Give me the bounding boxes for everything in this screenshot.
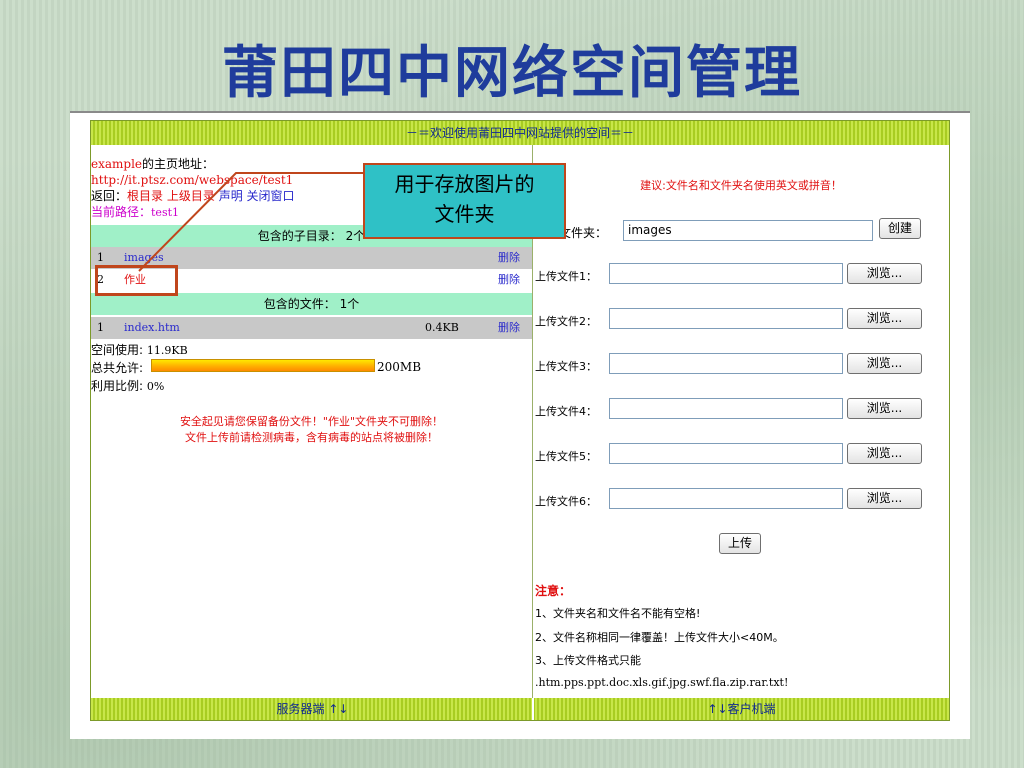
parent-dir-link[interactable]: 上级目录: [167, 189, 215, 203]
upload-file-5-input[interactable]: [609, 443, 843, 464]
upload-label-2: 上传文件2：: [535, 315, 597, 328]
homepage-label: 的主页地址：: [142, 157, 215, 171]
current-path-label: 当前路径：: [91, 205, 152, 219]
backup-warning: 安全起见请您保留备份文件！"作业"文件夹不可删除！: [179, 415, 444, 428]
upload-file-2-input[interactable]: [609, 308, 843, 329]
browse-button-5[interactable]: 浏览...: [847, 443, 922, 464]
space-used-value: 11.9KB: [146, 344, 188, 357]
total-allowed-label: 总共允许:: [91, 361, 144, 375]
back-label: 返回：: [91, 189, 128, 203]
space-used-line: 空间使用: 11.9KB: [91, 341, 188, 358]
space-used-label: 空间使用:: [91, 343, 144, 357]
root-dir-link[interactable]: 根目录: [127, 189, 163, 203]
total-allowed-value: 200MB: [377, 360, 422, 374]
footer-bar: 服务器端 ↑↓ ↑↓客户机端: [91, 698, 949, 720]
upload-file-6-input[interactable]: [609, 488, 843, 509]
note-4-file-types: .htm.pps.ppt.doc.xls.gif.jpg.swf.fla.zip…: [535, 676, 789, 689]
upload-label-5: 上传文件5：: [535, 450, 597, 463]
row-number: 1: [97, 321, 104, 334]
note-1: 1、文件夹名和文件名不能有空格!: [535, 607, 701, 620]
callout-line-2: 文件夹: [434, 202, 495, 226]
current-path-value: test1: [151, 206, 180, 219]
homepage-user: example: [91, 157, 143, 171]
upload-button[interactable]: 上传: [719, 533, 761, 554]
new-folder-input[interactable]: images: [623, 220, 873, 241]
quota-usage-bar: [151, 359, 375, 372]
webspace-manager-frame: －＝欢迎使用莆田四中网站提供的空间＝－ example的主页地址： http:/…: [90, 120, 950, 721]
statement-link[interactable]: 声明: [219, 189, 243, 203]
current-path-line: 当前路径：test1: [91, 203, 179, 220]
upload-file-1-input[interactable]: [609, 263, 843, 284]
table-row: 1 index.htm 0.4KB 删除: [91, 317, 532, 339]
note-2: 2、文件名称相同一律覆盖！上传文件大小<40M。: [535, 631, 784, 644]
upload-file-3-input[interactable]: [609, 353, 843, 374]
browse-button-1[interactable]: 浏览...: [847, 263, 922, 284]
browse-button-4[interactable]: 浏览...: [847, 398, 922, 419]
naming-suggestion: 建议:文件名和文件夹名使用英文或拼音！: [640, 179, 842, 192]
virus-warning: 文件上传前请检测病毒，含有病毒的站点将被删除！: [185, 431, 438, 444]
callout-line-1: 用于存放图片的: [394, 172, 535, 196]
upload-label-1: 上传文件1：: [535, 270, 597, 283]
delete-homework-link[interactable]: 删除: [498, 269, 520, 291]
notes-title: 注意：: [535, 584, 572, 598]
client-side-panel: 建议:文件名和文件夹名使用英文或拼音！ 新建文件夹： images 创建 上传文…: [533, 145, 949, 700]
file-index-link[interactable]: index.htm: [124, 317, 180, 339]
nav-links-line: 返回：根目录 上级目录 声明 关闭窗口: [91, 187, 295, 204]
client-side-label: ↑↓客户机端: [707, 702, 776, 716]
slide-title: 莆田四中网络空间管理: [222, 40, 802, 106]
usage-ratio-line: 利用比例: 0%: [91, 377, 164, 394]
browse-button-2[interactable]: 浏览...: [847, 308, 922, 329]
homepage-url-link[interactable]: http://it.ptsz.com/webspace/test1: [91, 173, 293, 187]
welcome-header-bar: －＝欢迎使用莆田四中网站提供的空间＝－: [91, 121, 949, 145]
upload-label-3: 上传文件3：: [535, 360, 597, 373]
browse-button-3[interactable]: 浏览...: [847, 353, 922, 374]
images-folder-highlight: [95, 265, 178, 296]
delete-images-link[interactable]: 删除: [498, 247, 520, 269]
total-allowed-line: 总共允许:: [91, 359, 143, 376]
upload-file-4-input[interactable]: [609, 398, 843, 419]
close-window-link[interactable]: 关闭窗口: [247, 189, 295, 203]
usage-ratio-label: 利用比例:: [91, 379, 144, 393]
browse-button-6[interactable]: 浏览...: [847, 488, 922, 509]
server-side-label: 服务器端 ↑↓: [276, 702, 349, 716]
create-folder-button[interactable]: 创建: [879, 218, 921, 239]
upload-label-6: 上传文件6：: [535, 495, 597, 508]
usage-ratio-value: 0%: [146, 380, 165, 393]
file-size: 0.4KB: [425, 321, 459, 334]
images-folder-callout: 用于存放图片的 文件夹: [363, 163, 566, 239]
screenshot-panel: －＝欢迎使用莆田四中网站提供的空间＝－ example的主页地址： http:/…: [70, 113, 970, 739]
delete-index-link[interactable]: 删除: [498, 317, 520, 339]
upload-label-4: 上传文件4：: [535, 405, 597, 418]
note-3: 3、上传文件格式只能: [535, 654, 641, 667]
homepage-address-line: example的主页地址：: [91, 155, 214, 172]
files-header: 包含的文件： 1个: [91, 293, 532, 315]
